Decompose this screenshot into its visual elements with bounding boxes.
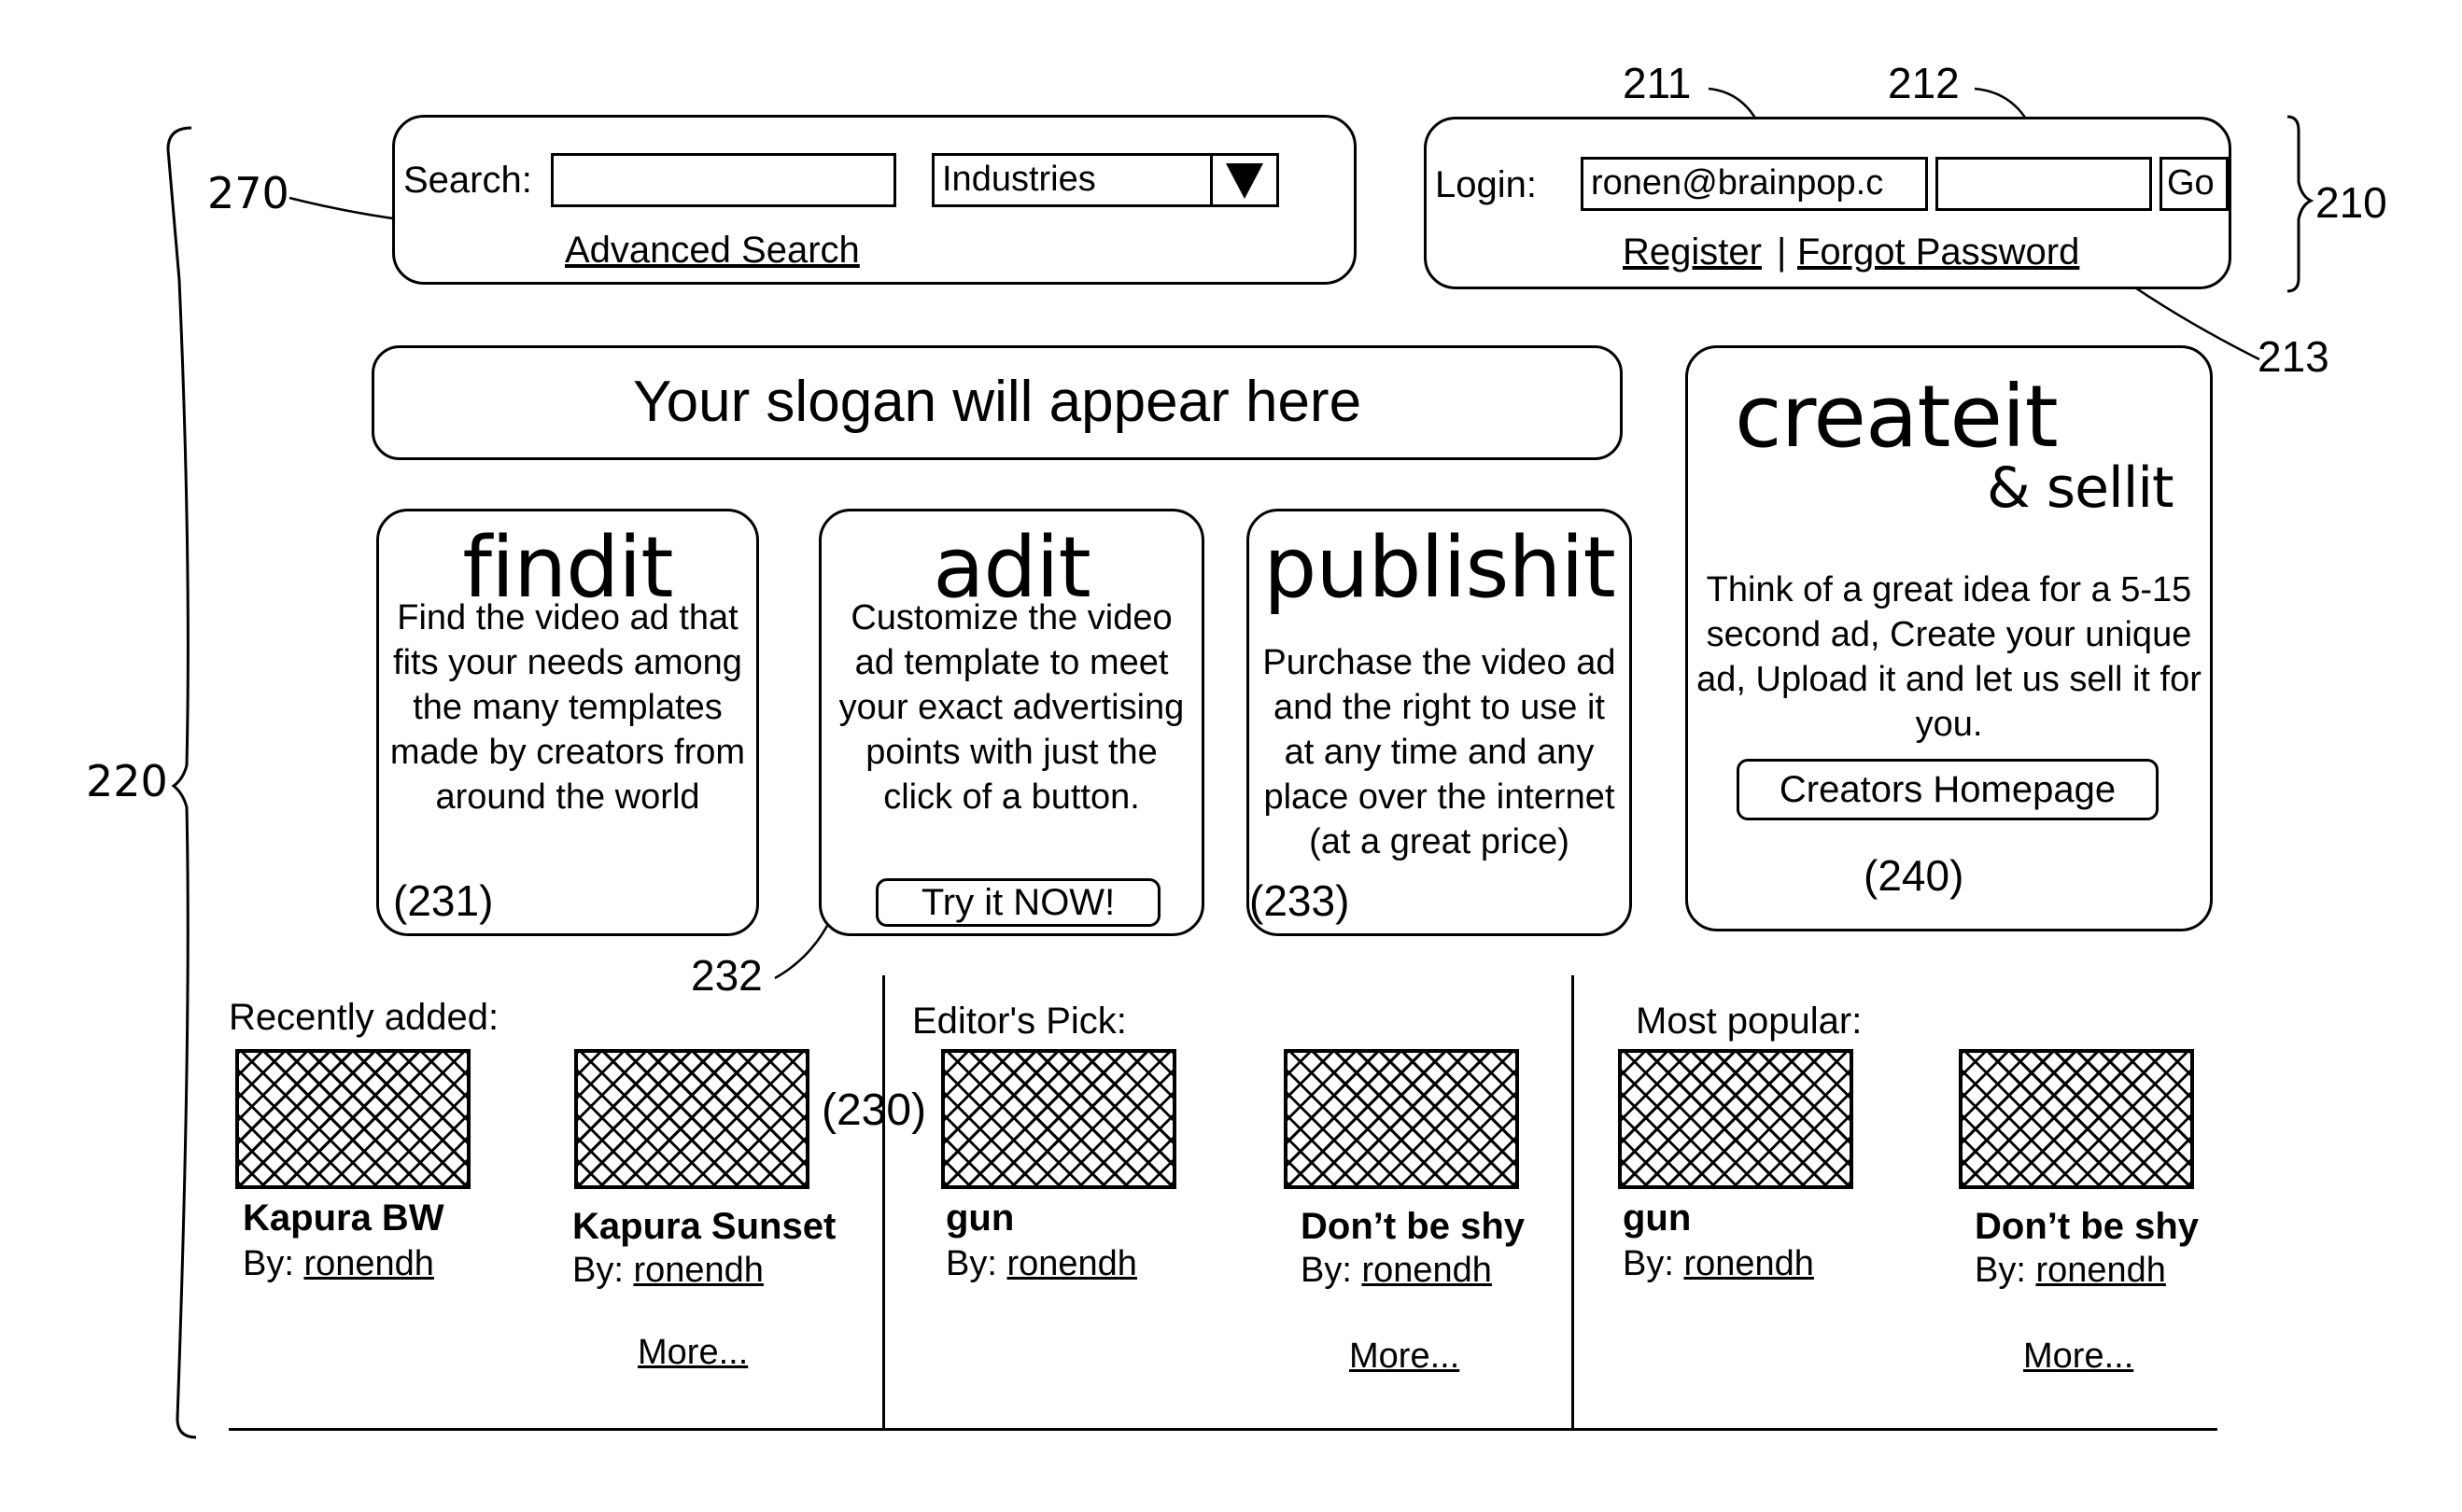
video-thumbnail[interactable] bbox=[941, 1049, 1176, 1189]
video-title[interactable]: Kapura BW bbox=[243, 1197, 444, 1239]
video-title[interactable]: Don’t be shy bbox=[1301, 1206, 1525, 1248]
ref-220: 220 bbox=[86, 756, 168, 806]
feature-publishit: publishit Purchase the video ad and the … bbox=[1246, 509, 1632, 936]
feature-description: Customize the video ad template to meet … bbox=[838, 598, 1185, 817]
advanced-search-link[interactable]: Advanced Search bbox=[565, 230, 860, 272]
video-thumbnail[interactable] bbox=[1284, 1049, 1519, 1189]
more-link[interactable]: More... bbox=[2023, 1337, 2133, 1377]
video-thumbnail[interactable] bbox=[574, 1049, 809, 1189]
gallery-heading: Most popular: bbox=[1636, 1001, 1863, 1042]
login-panel: Login: ronen@brainpop.c Go Register | Fo… bbox=[1424, 117, 2231, 289]
chevron-down-icon[interactable] bbox=[1210, 156, 1276, 204]
by-label: By: bbox=[1975, 1251, 2026, 1290]
ref-233: (233) bbox=[1249, 876, 1350, 925]
gallery-heading: Recently added: bbox=[229, 997, 499, 1038]
video-thumbnail[interactable] bbox=[235, 1049, 471, 1189]
author-link[interactable]: ronendh bbox=[2035, 1251, 2165, 1290]
ref-231: (231) bbox=[393, 876, 494, 925]
password-input[interactable] bbox=[1935, 157, 2152, 211]
createit-panel: createit & sellit Think of a great idea … bbox=[1685, 345, 2213, 931]
go-button[interactable]: Go bbox=[2160, 157, 2229, 211]
register-link[interactable]: Register bbox=[1623, 231, 1762, 273]
username-input[interactable]: ronen@brainpop.c bbox=[1581, 157, 1928, 211]
video-byline: By: ronendh bbox=[1623, 1244, 1814, 1284]
video-title[interactable]: gun bbox=[1623, 1197, 1691, 1239]
ref-270: 270 bbox=[207, 168, 289, 218]
video-byline: By: ronendh bbox=[572, 1251, 764, 1291]
video-title[interactable]: Kapura Sunset bbox=[572, 1206, 836, 1248]
gallery-bottom-rule bbox=[229, 1428, 2217, 1431]
feature-adit: adit Customize the video ad template to … bbox=[819, 509, 1204, 936]
search-label: Search: bbox=[403, 160, 532, 201]
gallery-divider bbox=[1571, 975, 1574, 1430]
more-link[interactable]: More... bbox=[638, 1333, 748, 1373]
ref-211: 211 bbox=[1623, 59, 1692, 107]
video-byline: By: ronendh bbox=[946, 1244, 1137, 1284]
ref-232: 232 bbox=[691, 951, 763, 1000]
video-byline: By: ronendh bbox=[1301, 1251, 1492, 1291]
by-label: By: bbox=[572, 1251, 624, 1290]
by-label: By: bbox=[946, 1244, 997, 1283]
slogan-banner: Your slogan will appear here bbox=[372, 345, 1623, 460]
ref-213: 213 bbox=[2258, 332, 2329, 381]
by-label: By: bbox=[1623, 1244, 1674, 1283]
link-separator: | bbox=[1777, 231, 1787, 273]
by-label: By: bbox=[243, 1244, 294, 1283]
brace-220 bbox=[166, 126, 197, 1439]
feature-findit: findit Find the video ad that fits your … bbox=[376, 509, 759, 936]
by-label: By: bbox=[1301, 1251, 1352, 1290]
creators-homepage-button[interactable]: Creators Homepage bbox=[1737, 759, 2159, 820]
video-title[interactable]: gun bbox=[946, 1197, 1014, 1239]
slogan-text: Your slogan will appear here bbox=[632, 370, 1362, 434]
search-input[interactable] bbox=[551, 153, 896, 207]
video-title[interactable]: Don’t be shy bbox=[1975, 1206, 2199, 1248]
category-select[interactable]: Industries bbox=[932, 153, 1279, 207]
video-byline: By: ronendh bbox=[243, 1244, 434, 1284]
ref-212: 212 bbox=[1888, 59, 1960, 107]
ref-210: 210 bbox=[2315, 178, 2387, 227]
brace-210 bbox=[2286, 115, 2314, 293]
gallery-heading: Editor's Pick: bbox=[912, 1001, 1127, 1042]
author-link[interactable]: ronendh bbox=[1683, 1244, 1813, 1283]
feature-description: Find the video ad that fits your needs a… bbox=[389, 598, 746, 817]
author-link[interactable]: ronendh bbox=[303, 1244, 433, 1283]
createit-subtitle: & sellit bbox=[1987, 455, 2174, 521]
video-byline: By: ronendh bbox=[1975, 1251, 2166, 1291]
gallery-divider bbox=[882, 975, 885, 1430]
createit-description: Think of a great idea for a 5-15 second … bbox=[1696, 570, 2202, 744]
video-thumbnail[interactable] bbox=[1959, 1049, 2194, 1189]
author-link[interactable]: ronendh bbox=[633, 1251, 763, 1290]
category-select-value: Industries bbox=[942, 160, 1096, 199]
try-it-now-button[interactable]: Try it NOW! bbox=[876, 878, 1161, 927]
video-thumbnail[interactable] bbox=[1618, 1049, 1853, 1189]
feature-description: Purchase the video ad and the right to u… bbox=[1262, 643, 1616, 861]
author-link[interactable]: ronendh bbox=[1361, 1251, 1491, 1290]
feature-title: publishit bbox=[1263, 519, 1616, 617]
forgot-password-link[interactable]: Forgot Password bbox=[1797, 231, 2079, 273]
ref-230: (230) bbox=[822, 1085, 927, 1135]
login-label: Login: bbox=[1435, 164, 1537, 205]
author-link[interactable]: ronendh bbox=[1006, 1244, 1136, 1283]
search-panel: Search: Industries Advanced Search bbox=[392, 115, 1357, 285]
more-link[interactable]: More... bbox=[1349, 1337, 1459, 1377]
ref-240: (240) bbox=[1864, 851, 1964, 900]
createit-title: createit bbox=[1735, 367, 2059, 467]
